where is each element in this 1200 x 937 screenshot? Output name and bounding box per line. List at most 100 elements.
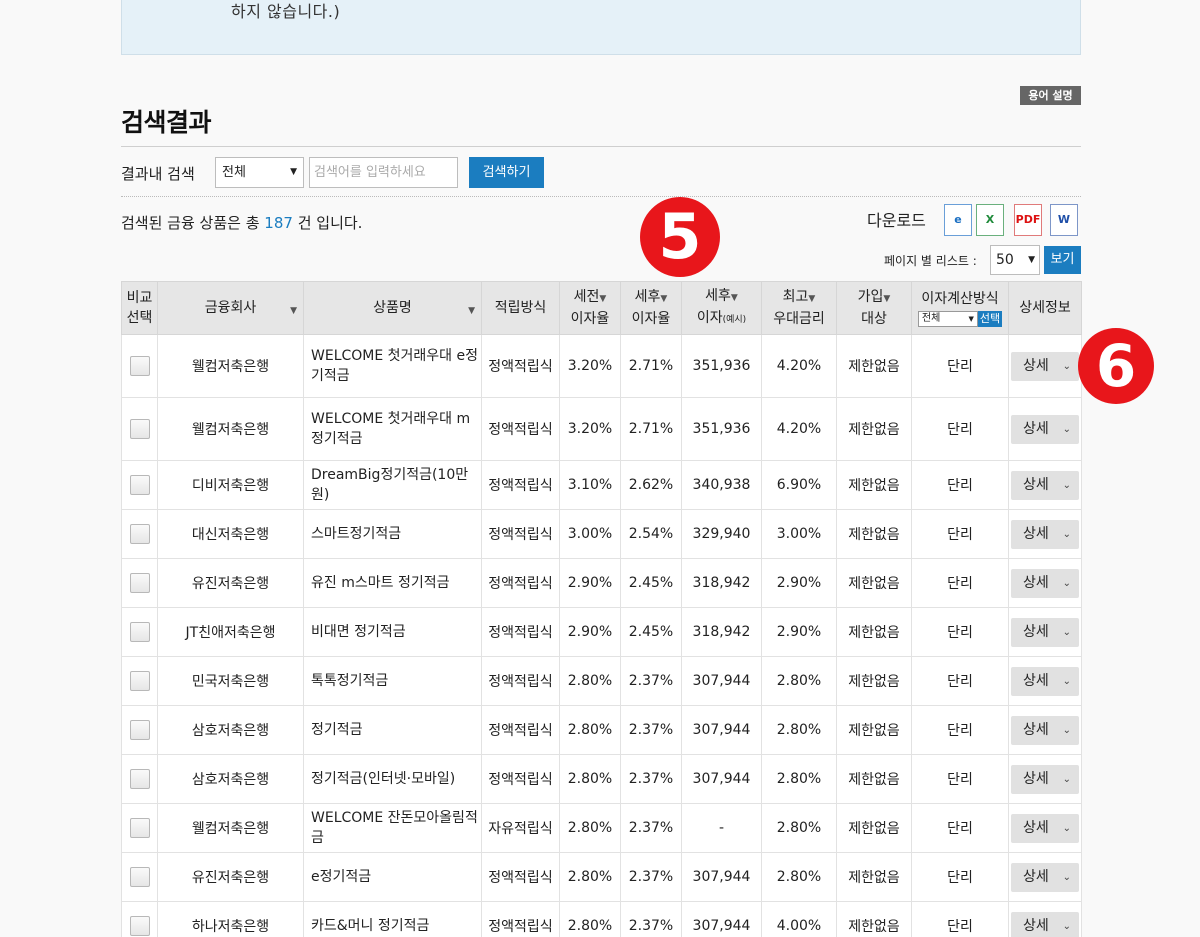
view-button[interactable]: 보기 <box>1044 246 1081 274</box>
pre-tax-rate-cell: 2.80% <box>559 705 621 755</box>
compare-checkbox[interactable] <box>129 573 150 593</box>
post-tax-rate-cell: 2.71% <box>620 397 682 461</box>
method-cell: 정액적립식 <box>481 656 560 706</box>
post-tax-rate-cell: 2.37% <box>620 852 682 902</box>
product-cell: e정기적금 <box>303 852 482 902</box>
detail-button[interactable]: 상세 ⌄ <box>1011 414 1079 444</box>
detail-button[interactable]: 상세 ⌄ <box>1011 568 1079 598</box>
sort-icon[interactable]: ▼ <box>290 301 297 321</box>
table-header-row: 비교 선택 금융회사 ▼ 상품명 ▼ 적립방식 세전▼ 이자율 세후▼ 이자율 세후▼ 이자… <box>121 281 1082 335</box>
header-post-tax-interest[interactable]: 세후▼ 이자(예시) <box>681 281 762 335</box>
compare-checkbox[interactable] <box>129 818 150 838</box>
company-cell: 민국저축은행 <box>157 656 304 706</box>
max-rate-cell: 6.90% <box>761 460 837 510</box>
pre-tax-rate-cell: 2.90% <box>559 558 621 608</box>
detail-button-label: 상세 <box>1023 721 1049 738</box>
search-scope-select[interactable]: 전체 ▼ <box>215 157 304 188</box>
table-row: 웰컴저축은행 WELCOME 잔돈모아올림적금 자유적립식 2.80% 2.37% -2.… <box>121 803 1082 853</box>
detail-button[interactable]: 상세 ⌄ <box>1011 470 1079 500</box>
post-tax-rate-cell: 2.45% <box>620 558 682 608</box>
post-tax-rate-cell: 2.71% <box>620 334 682 398</box>
detail-button[interactable]: 상세 ⌄ <box>1011 519 1079 549</box>
detail-button[interactable]: 상세 ⌄ <box>1011 715 1079 745</box>
max-rate-cell: 2.80% <box>761 754 837 804</box>
detail-button[interactable]: 상세 ⌄ <box>1011 617 1079 647</box>
join-target-cell: 제한없음 <box>836 901 912 937</box>
header-product[interactable]: 상품명 ▼ <box>303 281 482 335</box>
compare-checkbox[interactable] <box>129 720 150 740</box>
detail-cell: 상세 ⌄ <box>1008 509 1082 559</box>
detail-button[interactable]: 상세 ⌄ <box>1011 764 1079 794</box>
calc-method-cell: 단리 <box>911 901 1009 937</box>
interest-cell: 307,944 <box>681 852 762 902</box>
caret-down-icon: ▼ <box>290 167 297 177</box>
header-pre-tax-rate[interactable]: 세전▼ 이자율 <box>559 281 621 335</box>
annotation-marker-5: 5 <box>640 197 720 277</box>
compare-checkbox <box>121 460 158 510</box>
sort-icon[interactable]: ▼ <box>731 293 738 303</box>
compare-checkbox[interactable] <box>129 769 150 789</box>
header-post-tax-rate[interactable]: 세후▼ 이자율 <box>620 281 682 335</box>
header-calc-method: 이자계산방식 전체 ▼ 선택 <box>911 281 1009 335</box>
ie-icon[interactable]: e <box>944 204 972 236</box>
search-button[interactable]: 검색하기 <box>469 157 544 188</box>
calc-method-button[interactable]: 선택 <box>977 311 1003 327</box>
glossary-button[interactable]: 용어 설명 <box>1020 86 1081 105</box>
header-max-rate[interactable]: 최고▼ 우대금리 <box>761 281 837 335</box>
compare-checkbox[interactable] <box>129 356 150 376</box>
compare-checkbox[interactable] <box>129 671 150 691</box>
detail-button[interactable]: 상세 ⌄ <box>1011 862 1079 892</box>
compare-checkbox <box>121 852 158 902</box>
detail-button-label: 상세 <box>1023 623 1049 640</box>
pre-tax-rate-cell: 2.80% <box>559 656 621 706</box>
sort-icon[interactable]: ▼ <box>599 294 606 304</box>
detail-cell: 상세 ⌄ <box>1008 607 1082 657</box>
detail-button-label: 상세 <box>1023 574 1049 591</box>
detail-button[interactable]: 상세 ⌄ <box>1011 666 1079 696</box>
compare-checkbox[interactable] <box>129 867 150 887</box>
table-row: 하나저축은행 카드&머니 정기적금 정액적립식 2.80% 2.37% 307,944 4.… <box>121 901 1082 937</box>
header-join-target[interactable]: 가입▼ 대상 <box>836 281 912 335</box>
search-input[interactable] <box>309 157 458 188</box>
excel-icon[interactable]: X <box>976 204 1004 236</box>
detail-button[interactable]: 상세 ⌄ <box>1011 813 1079 843</box>
detail-cell: 상세 ⌄ <box>1008 334 1082 398</box>
compare-checkbox[interactable] <box>129 419 150 439</box>
header-detail: 상세정보 <box>1008 281 1082 335</box>
detail-button[interactable]: 상세 ⌄ <box>1011 351 1079 381</box>
table-row: 삼호저축은행 정기적금 정액적립식 2.80% 2.37% 307,944 2.80% 제한없… <box>121 705 1082 755</box>
calc-method-select[interactable]: 전체 ▼ <box>917 311 978 327</box>
compare-checkbox[interactable] <box>129 916 150 936</box>
compare-checkbox[interactable] <box>129 622 150 642</box>
word-icon[interactable]: W <box>1050 204 1078 236</box>
company-cell: 하나저축은행 <box>157 901 304 937</box>
compare-checkbox <box>121 558 158 608</box>
company-cell: 삼호저축은행 <box>157 705 304 755</box>
sort-icon[interactable]: ▼ <box>468 301 475 321</box>
join-target-cell: 제한없음 <box>836 754 912 804</box>
sort-icon[interactable]: ▼ <box>883 294 890 304</box>
compare-checkbox[interactable] <box>129 524 150 544</box>
per-page-select[interactable]: 50 ▼ <box>990 245 1040 275</box>
page-title: 검색결과 <box>121 108 212 137</box>
result-count: 검색된 금융 상품은 총 187 건 입니다. <box>121 212 362 233</box>
result-prefix: 검색된 금융 상품은 총 <box>121 214 260 232</box>
product-cell: 톡톡정기적금 <box>303 656 482 706</box>
interest-cell: 307,944 <box>681 656 762 706</box>
calc-method-cell: 단리 <box>911 656 1009 706</box>
pdf-icon[interactable]: PDF <box>1014 204 1042 236</box>
header-company[interactable]: 금융회사 ▼ <box>157 281 304 335</box>
detail-button[interactable]: 상세 ⌄ <box>1011 911 1079 937</box>
sort-icon[interactable]: ▼ <box>660 294 667 304</box>
detail-cell: 상세 ⌄ <box>1008 558 1082 608</box>
interest-cell: 318,942 <box>681 558 762 608</box>
header-compare: 비교 선택 <box>121 281 158 335</box>
chevron-down-icon: ⌄ <box>1062 528 1071 540</box>
product-cell: WELCOME 첫거래우대 m정기적금 <box>303 397 482 461</box>
compare-checkbox[interactable] <box>129 475 150 495</box>
search-scope-value: 전체 <box>222 165 246 180</box>
company-cell: 유진저축은행 <box>157 852 304 902</box>
sort-icon[interactable]: ▼ <box>808 294 815 304</box>
interest-cell: 329,940 <box>681 509 762 559</box>
method-cell: 정액적립식 <box>481 509 560 559</box>
